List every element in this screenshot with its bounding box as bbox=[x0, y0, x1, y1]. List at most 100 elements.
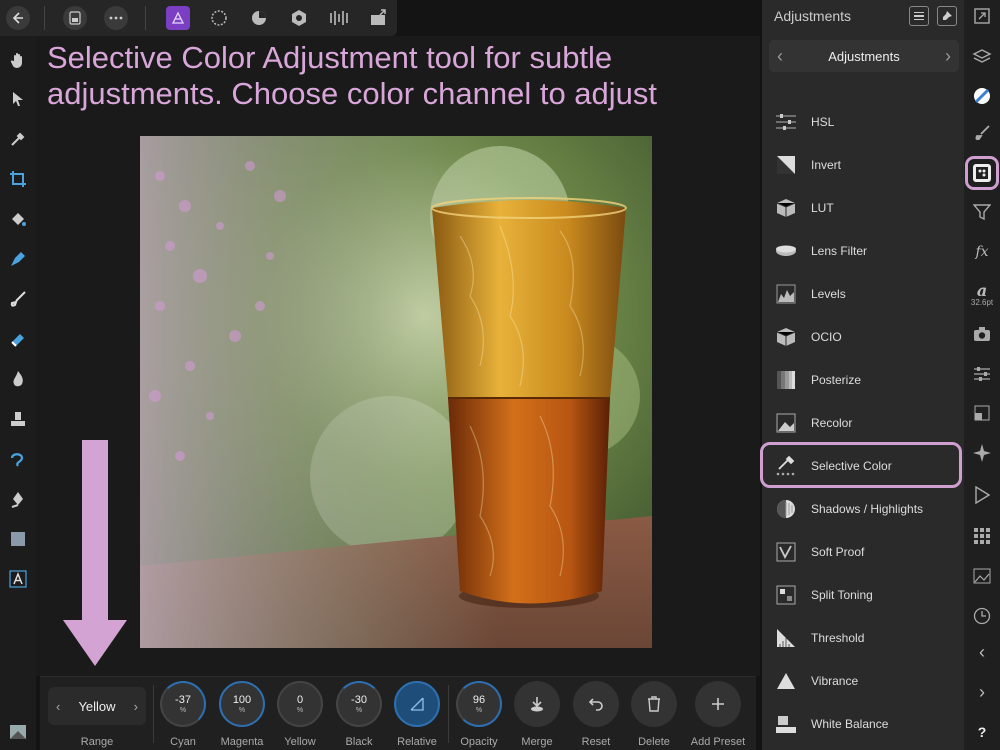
relative-toggle[interactable] bbox=[394, 681, 440, 727]
adjustment-item-vibrance[interactable]: Vibrance bbox=[762, 661, 965, 701]
macro-play-icon[interactable] bbox=[970, 483, 994, 507]
range-selector[interactable]: ‹ Yellow › bbox=[48, 687, 146, 725]
burn-tool-icon[interactable] bbox=[8, 369, 28, 389]
collapse-left-icon[interactable]: ‹ bbox=[970, 640, 994, 664]
swatches-grid-icon[interactable] bbox=[970, 524, 994, 548]
crop-tool-icon[interactable] bbox=[8, 169, 28, 189]
adjustment-item-lens-filter[interactable]: Lens Filter bbox=[762, 231, 965, 271]
adjustment-item-invert[interactable]: Invert bbox=[762, 145, 965, 185]
nav-next-icon[interactable]: › bbox=[945, 46, 951, 67]
font-size-readout: 32.6pt bbox=[970, 298, 994, 307]
color-icon[interactable] bbox=[970, 84, 994, 108]
expand-right-icon[interactable]: › bbox=[970, 680, 994, 704]
undo-icon bbox=[588, 698, 603, 711]
adjustment-item-ocio[interactable]: OCIO bbox=[762, 317, 965, 357]
fill-tool-icon[interactable] bbox=[8, 209, 28, 229]
selective-color-highlight bbox=[760, 442, 962, 488]
adjustment-item-hsl[interactable]: HSL bbox=[762, 102, 965, 142]
liquify-persona-icon[interactable] bbox=[207, 6, 231, 30]
adjustment-item-levels[interactable]: Levels bbox=[762, 274, 965, 314]
delete-button[interactable] bbox=[631, 681, 677, 727]
panel-menu-icon[interactable] bbox=[909, 6, 929, 26]
paint-brush-tool-icon[interactable] bbox=[8, 289, 28, 309]
lens-filter-icon bbox=[774, 239, 798, 263]
tutorial-annotation: Selective Color Adjustment tool for subt… bbox=[47, 40, 658, 111]
add-preset-button[interactable] bbox=[695, 681, 741, 727]
sliders-icon[interactable] bbox=[970, 362, 994, 386]
camera-icon[interactable] bbox=[970, 322, 994, 346]
adjustment-item-posterize[interactable]: Posterize bbox=[762, 360, 965, 400]
layers-icon[interactable] bbox=[970, 45, 994, 69]
fx-icon[interactable]: fx bbox=[970, 240, 994, 264]
fullscreen-icon[interactable] bbox=[970, 4, 994, 28]
recolor-icon bbox=[774, 411, 798, 435]
brushes-icon[interactable] bbox=[970, 121, 994, 145]
down-arrow-icon bbox=[63, 440, 127, 666]
adjustment-item-lut[interactable]: LUT bbox=[762, 188, 965, 228]
hand-tool-icon[interactable] bbox=[8, 50, 28, 70]
healing-tool-icon[interactable] bbox=[8, 449, 28, 469]
panel-title: Adjustments bbox=[774, 8, 852, 24]
nav-prev-icon[interactable]: ‹ bbox=[777, 46, 783, 67]
document-icon[interactable] bbox=[63, 6, 87, 30]
hsl-sliders-icon bbox=[774, 110, 798, 134]
relative-label: Relative bbox=[397, 736, 437, 748]
view-mode-icon[interactable] bbox=[8, 722, 28, 742]
add-preset-label: Add Preset bbox=[690, 736, 746, 748]
app-window: Selective Color Adjustment tool for subt… bbox=[0, 0, 1000, 750]
stock-image-icon[interactable] bbox=[970, 564, 994, 588]
magenta-dial[interactable]: 100% bbox=[219, 681, 265, 727]
develop-persona-icon[interactable] bbox=[247, 6, 271, 30]
chevron-right-icon[interactable]: › bbox=[134, 699, 138, 714]
black-dial[interactable]: -30% bbox=[336, 681, 382, 727]
vector-pen-tool-icon[interactable] bbox=[8, 489, 28, 509]
white-balance-icon bbox=[774, 712, 798, 736]
history-clock-icon[interactable] bbox=[970, 604, 994, 628]
eraser-tool-icon[interactable] bbox=[8, 329, 28, 349]
tone-map-persona-icon[interactable] bbox=[287, 6, 311, 30]
nav-title: Adjustments bbox=[828, 48, 900, 64]
navigator-icon[interactable] bbox=[970, 441, 994, 465]
export-persona-icon[interactable] bbox=[327, 6, 351, 30]
adjustment-item-soft-proof[interactable]: Soft Proof bbox=[762, 532, 965, 572]
move-tool-icon[interactable] bbox=[8, 89, 28, 109]
more-options-icon[interactable] bbox=[104, 6, 128, 30]
text-tool-icon[interactable] bbox=[8, 569, 28, 589]
adjustment-item-white-balance[interactable]: White Balance bbox=[762, 704, 965, 744]
trash-icon bbox=[648, 696, 660, 712]
merge-button[interactable] bbox=[514, 681, 560, 727]
opacity-dial[interactable]: 96% bbox=[456, 681, 502, 727]
pen-tool-icon[interactable] bbox=[8, 249, 28, 269]
pin-icon[interactable] bbox=[937, 6, 957, 26]
levels-icon bbox=[774, 282, 798, 306]
delete-label: Delete bbox=[638, 736, 670, 748]
color-picker-tool-icon[interactable] bbox=[8, 129, 28, 149]
top-toolbar bbox=[0, 0, 397, 36]
adjustment-item-split-toning[interactable]: Split Toning bbox=[762, 575, 965, 615]
adjustment-item-recolor[interactable]: Recolor bbox=[762, 403, 965, 443]
shape-tool-icon[interactable] bbox=[8, 529, 28, 549]
split-toning-icon bbox=[774, 583, 798, 607]
back-icon[interactable] bbox=[6, 6, 30, 30]
adjustments-studio-icon[interactable] bbox=[970, 161, 994, 185]
cyan-dial[interactable]: -37% bbox=[160, 681, 206, 727]
chevron-left-icon[interactable]: ‹ bbox=[56, 699, 60, 714]
adjustment-item-threshold[interactable]: Threshold bbox=[762, 618, 965, 658]
soft-proof-icon bbox=[774, 540, 798, 564]
document-image[interactable] bbox=[140, 136, 652, 648]
clone-tool-icon[interactable] bbox=[8, 409, 28, 429]
filter-funnel-icon[interactable] bbox=[970, 200, 994, 224]
yellow-dial[interactable]: 0% bbox=[277, 681, 323, 727]
transform-icon[interactable] bbox=[970, 401, 994, 425]
share-icon[interactable] bbox=[366, 6, 390, 30]
adjustments-panel: Adjustments ‹ Adjustments › HSL Invert L… bbox=[761, 0, 964, 750]
invert-icon bbox=[774, 153, 798, 177]
relative-icon bbox=[410, 697, 424, 711]
panel-header: Adjustments bbox=[762, 0, 965, 32]
range-value: Yellow bbox=[78, 698, 116, 714]
photo-persona-icon[interactable] bbox=[166, 6, 190, 30]
help-icon[interactable]: ? bbox=[970, 720, 994, 744]
adjustment-item-shadows-highlights[interactable]: Shadows / Highlights bbox=[762, 489, 965, 529]
lut-cube-icon bbox=[774, 196, 798, 220]
reset-button[interactable] bbox=[573, 681, 619, 727]
